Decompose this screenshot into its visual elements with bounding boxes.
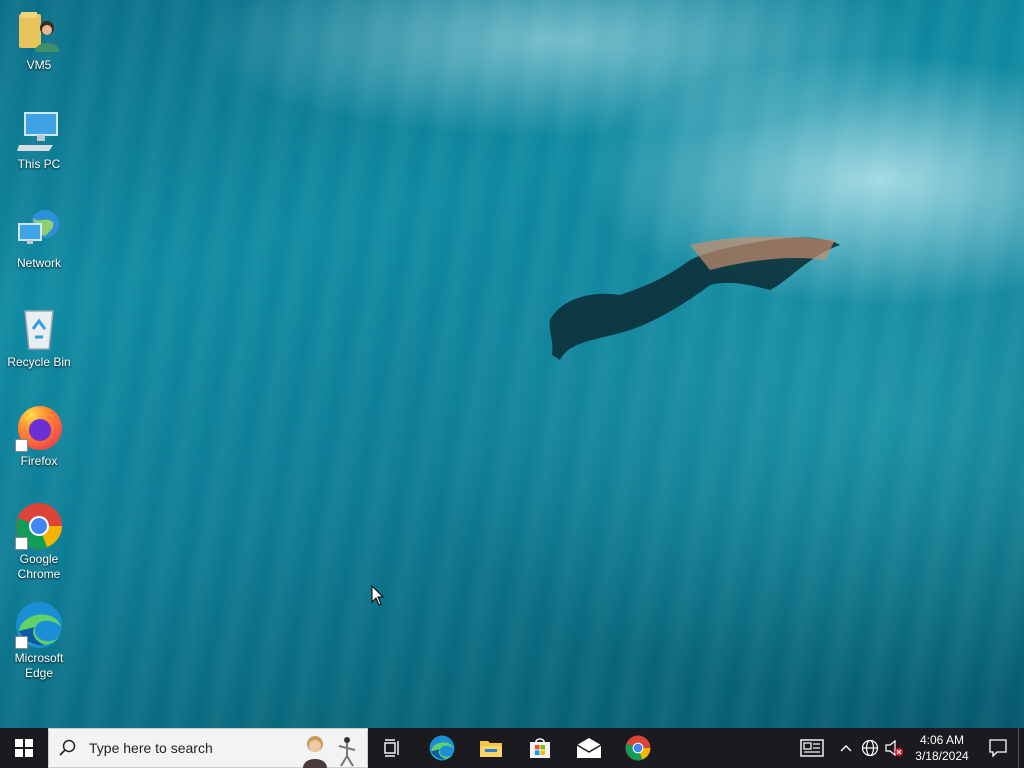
desktop-icon-this-pc[interactable]: This PC	[3, 107, 75, 172]
desktop-icon-label: This PC	[17, 157, 61, 171]
desktop-icon-label: Recycle Bin	[7, 355, 71, 369]
clock-time: 4:06 AM	[919, 733, 965, 747]
volume-muted-icon	[885, 739, 903, 757]
search-highlight-illustration	[303, 736, 356, 768]
edge-icon	[15, 601, 63, 649]
desktop-icon-firefox[interactable]: Firefox	[3, 404, 75, 469]
notification-icon	[989, 739, 1007, 757]
chevron-up-icon	[840, 745, 852, 752]
taskbar: Type here to search 4:06 AM 3/18/2024	[0, 728, 1024, 768]
action-center-button[interactable]	[978, 728, 1018, 768]
chrome-icon	[625, 735, 650, 761]
news-icon	[800, 739, 824, 757]
globe-icon	[861, 739, 879, 757]
shortcut-arrow-icon	[15, 537, 28, 550]
firefox-icon	[15, 404, 63, 452]
chrome-icon	[15, 502, 63, 550]
network-status-button[interactable]	[858, 728, 882, 768]
search-placeholder: Type here to search	[89, 740, 213, 756]
show-hidden-icons-button[interactable]	[834, 728, 858, 768]
volume-button[interactable]	[882, 728, 906, 768]
desktop-icon-label: VM5	[26, 58, 52, 72]
desktop-icon-microsoft-edge[interactable]: Microsoft Edge	[3, 601, 75, 681]
windows-logo-icon	[15, 739, 33, 757]
show-desktop-button[interactable]	[1018, 728, 1024, 768]
taskbar-chrome-button[interactable]	[613, 728, 662, 768]
recycle-bin-icon	[15, 305, 63, 353]
user-folder-icon	[15, 8, 63, 56]
desktop-icon-recycle-bin[interactable]: Recycle Bin	[3, 305, 75, 370]
search-icon	[59, 739, 76, 756]
task-view-button[interactable]	[368, 728, 417, 768]
shortcut-arrow-icon	[15, 439, 28, 452]
clock-date: 3/18/2024	[915, 749, 969, 763]
wallpaper-diver	[549, 236, 840, 360]
taskbar-store-button[interactable]	[515, 728, 564, 768]
wallpaper-rays	[0, 0, 1024, 728]
mouse-cursor-icon	[371, 585, 385, 606]
desktop-icon-label: Google Chrome	[17, 552, 61, 581]
taskbar-clock[interactable]: 4:06 AM 3/18/2024	[906, 732, 978, 764]
task-view-icon	[383, 739, 399, 757]
desktop-icon-vm5[interactable]: VM5	[3, 8, 75, 73]
taskbar-file-explorer-button[interactable]	[466, 728, 515, 768]
system-tray: 4:06 AM 3/18/2024	[790, 728, 1024, 768]
desktop-icon-label: Firefox	[20, 454, 58, 468]
desktop-icon-network[interactable]: Network	[3, 206, 75, 271]
mail-icon	[576, 738, 601, 758]
desktop-icon-label: Microsoft Edge	[14, 651, 64, 680]
desktop-icon-google-chrome[interactable]: Google Chrome	[3, 502, 75, 582]
desktop-icon-label: Network	[16, 256, 61, 270]
taskbar-edge-button[interactable]	[417, 728, 466, 768]
file-explorer-icon	[479, 741, 502, 757]
edge-icon	[429, 735, 454, 761]
store-icon	[529, 738, 550, 758]
shortcut-arrow-icon	[15, 636, 28, 649]
start-button[interactable]	[0, 728, 48, 768]
taskbar-mail-button[interactable]	[564, 728, 613, 768]
computer-icon	[15, 107, 63, 155]
news-widget-button[interactable]	[790, 728, 834, 768]
taskbar-search-box[interactable]: Type here to search	[48, 728, 368, 768]
network-icon	[15, 206, 63, 254]
